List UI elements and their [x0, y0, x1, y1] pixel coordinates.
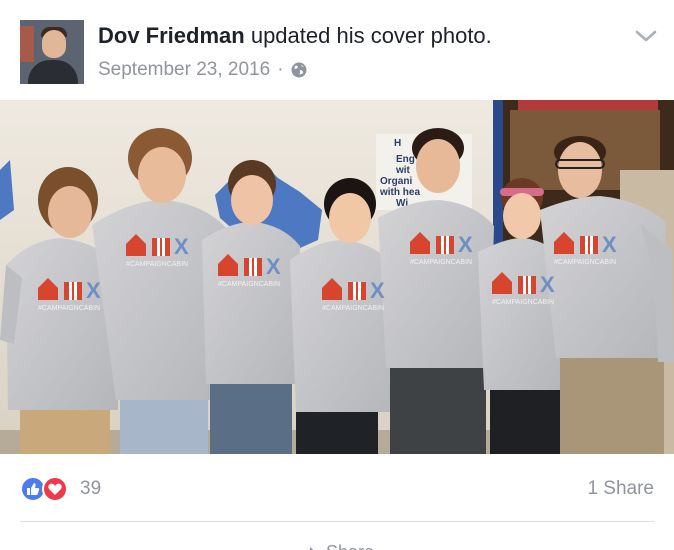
post-headline: Dov Friedman updated his cover photo.	[98, 22, 492, 50]
shirt-hashtag: #CAMPAIGNCABIN	[410, 259, 472, 266]
shirt-hashtag: #CAMPAIGNCABIN	[554, 259, 616, 266]
shirt-logo: X #CAMPAIGNCABIN	[38, 278, 101, 312]
poster-text: Eng	[396, 154, 415, 165]
love-icon	[42, 476, 68, 502]
share-count[interactable]: 1 Share	[587, 478, 654, 500]
svg-text:X: X	[370, 278, 385, 303]
shirt-logo: X #CAMPAIGNCABIN	[126, 234, 189, 268]
share-button[interactable]: Share	[300, 542, 374, 550]
author-name[interactable]: Dov Friedman	[98, 23, 245, 48]
post-action-text: updated his cover photo.	[250, 23, 492, 48]
facebook-post: Dov Friedman updated his cover photo. Se…	[0, 0, 674, 550]
shirt-logo: X #CAMPAIGNCABIN	[492, 272, 555, 306]
shirt-hashtag: #CAMPAIGNCABIN	[218, 281, 280, 288]
shirt-hashtag: #CAMPAIGNCABIN	[38, 305, 100, 312]
shirt-logo: X #CAMPAIGNCABIN	[322, 278, 385, 312]
share-icon	[310, 546, 315, 550]
post-menu-button[interactable]	[634, 26, 658, 46]
poster-text: Organi	[380, 176, 412, 187]
poster-text: wit	[395, 165, 411, 176]
avatar[interactable]	[20, 20, 84, 84]
svg-text:X: X	[266, 254, 281, 279]
globe-icon[interactable]	[291, 62, 307, 78]
poster-text: H	[394, 138, 401, 149]
meta-separator: ·	[277, 59, 284, 80]
shirt-logo: X #CAMPAIGNCABIN	[410, 232, 473, 266]
svg-text:X: X	[174, 234, 189, 259]
share-button-label: Share	[326, 542, 374, 550]
svg-text:X: X	[602, 232, 617, 257]
svg-text:X: X	[540, 272, 555, 297]
shirt-hashtag: #CAMPAIGNCABIN	[492, 299, 554, 306]
shirt-logo: X #CAMPAIGNCABIN	[554, 232, 617, 266]
post-date[interactable]: September 23, 2016	[98, 59, 270, 81]
reactions-row: 39 1 Share	[0, 470, 674, 506]
shirt-logo: X #CAMPAIGNCABIN	[218, 254, 281, 288]
shirt-hashtag: #CAMPAIGNCABIN	[126, 261, 188, 268]
svg-text:X: X	[458, 232, 473, 257]
action-bar: Share	[0, 522, 674, 550]
shirt-hashtag: #CAMPAIGNCABIN	[322, 305, 384, 312]
reaction-count[interactable]: 39	[80, 478, 101, 500]
post-header: Dov Friedman updated his cover photo. Se…	[0, 0, 674, 100]
poster-text: with hea	[379, 187, 420, 198]
cover-photo[interactable]: H Eng wit Organi with hea Wi X #CAMPAIGN…	[0, 100, 674, 454]
chevron-down-icon	[635, 30, 657, 42]
svg-text:X: X	[86, 278, 101, 303]
post-meta: September 23, 2016 ·	[98, 58, 307, 82]
reaction-icons[interactable]	[20, 476, 74, 502]
